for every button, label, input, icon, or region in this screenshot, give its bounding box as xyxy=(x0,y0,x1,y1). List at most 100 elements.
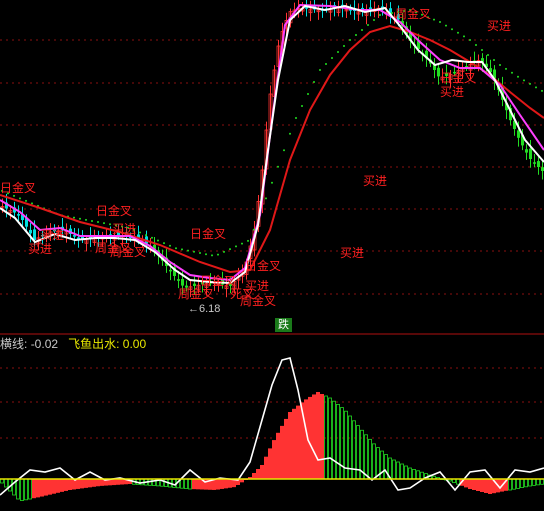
trend-dot xyxy=(337,51,339,53)
indicator-bar xyxy=(172,478,176,488)
trend-dot xyxy=(475,44,477,46)
legend-line-value: -0.02 xyxy=(30,337,59,351)
indicator-bar xyxy=(508,478,512,491)
trend-dot xyxy=(505,67,507,70)
indicator-bar xyxy=(276,432,280,479)
signal-label: 买进 xyxy=(440,85,464,99)
trend-dot xyxy=(349,39,351,41)
indicator-bar xyxy=(52,479,56,494)
indicator-bar xyxy=(40,479,44,497)
trend-dot xyxy=(31,202,33,205)
trend-dot xyxy=(373,19,375,21)
indicator-bar xyxy=(96,479,100,487)
trend-dot xyxy=(367,24,369,26)
indicator-bar xyxy=(272,440,276,479)
down-badge: 跌 xyxy=(275,318,292,332)
candle-body xyxy=(517,130,520,138)
indicator-bar xyxy=(120,479,124,485)
trend-dot xyxy=(193,250,195,253)
indicator-bar xyxy=(400,463,404,480)
trend-dot xyxy=(97,221,99,224)
trend-dot xyxy=(157,239,159,242)
indicator-bar xyxy=(476,479,480,491)
indicator-bar xyxy=(416,470,420,480)
indicator-bar xyxy=(280,425,284,479)
trend-dot xyxy=(241,242,243,245)
trend-dot xyxy=(463,35,465,38)
trend-dot xyxy=(223,250,225,253)
indicator-bar xyxy=(308,396,312,479)
dotted-trend-line xyxy=(1,9,543,257)
indicator-legend: 横线: -0.02 飞鱼出水: 0.00 xyxy=(0,336,146,352)
trend-dot xyxy=(541,89,543,92)
indicator-bar xyxy=(316,392,320,479)
indicator-bar xyxy=(420,471,424,480)
indicator-bar xyxy=(48,479,52,495)
indicator-bar xyxy=(288,412,292,479)
trend-dot xyxy=(19,197,21,200)
indicator-bar xyxy=(216,479,220,490)
candle-body xyxy=(17,214,20,216)
trend-dot xyxy=(229,248,231,251)
trend-dot xyxy=(331,57,333,59)
signal-label: 日金叉 xyxy=(200,273,236,288)
trend-dot xyxy=(163,242,165,245)
trend-dot xyxy=(469,39,471,41)
trend-dot xyxy=(199,252,201,254)
trend-dot xyxy=(187,249,189,252)
signal-label: 周金叉 xyxy=(178,286,214,301)
trend-dot xyxy=(271,181,273,184)
candle-body xyxy=(193,283,196,286)
trend-dot xyxy=(139,231,141,234)
indicator-bar xyxy=(408,467,412,480)
indicator-bar xyxy=(524,478,528,488)
trend-dot xyxy=(493,59,495,61)
trend-dot xyxy=(109,223,111,226)
indicator-bar xyxy=(536,478,540,486)
signal-label: 周金叉 xyxy=(240,293,276,308)
indicator-bar xyxy=(28,478,32,500)
indicator-bar xyxy=(16,478,20,500)
indicator-bar xyxy=(192,479,196,490)
indicator-bar xyxy=(412,468,416,480)
candle-body xyxy=(73,235,76,237)
indicator-bar xyxy=(224,479,228,489)
indicator-bar xyxy=(188,478,192,490)
trend-dot xyxy=(433,18,435,21)
signal-label: 买进 xyxy=(40,228,64,242)
indicator-bar xyxy=(32,479,36,499)
trend-dot xyxy=(235,245,237,248)
indicator-bar xyxy=(480,479,484,492)
indicator-bar xyxy=(392,459,396,480)
indicator-bar xyxy=(68,479,72,490)
trend-dot xyxy=(319,69,321,71)
trend-dot xyxy=(307,93,309,95)
trend-dot xyxy=(517,75,519,78)
indicator-bar xyxy=(404,465,408,480)
trend-dot xyxy=(25,199,27,202)
trend-dot xyxy=(529,82,531,85)
legend-flow-label: 飞鱼出水: xyxy=(68,337,120,351)
indicator-bar xyxy=(84,479,88,488)
indicator-bar xyxy=(332,400,336,480)
indicator-bar xyxy=(356,425,360,480)
indicator-bar xyxy=(352,420,356,480)
indicator-bar xyxy=(296,405,300,479)
signal-label: 日金叉 xyxy=(0,180,36,195)
signal-label: 买进 xyxy=(112,222,136,236)
trend-dot xyxy=(217,253,219,256)
indicator-bar xyxy=(36,479,40,498)
candle-body xyxy=(177,279,180,281)
candle-body xyxy=(33,229,36,240)
indicator-bar xyxy=(528,478,532,487)
trend-dot xyxy=(79,217,81,220)
trend-dot xyxy=(487,54,489,56)
indicator-bar xyxy=(116,479,120,485)
trend-dot xyxy=(379,14,381,16)
indicator-bar xyxy=(396,461,400,480)
signal-label: 日金叉 xyxy=(96,203,132,218)
trend-dot xyxy=(247,239,249,242)
trend-dot xyxy=(355,34,357,36)
indicator-bar xyxy=(76,479,80,489)
indicator-bar xyxy=(196,479,200,490)
